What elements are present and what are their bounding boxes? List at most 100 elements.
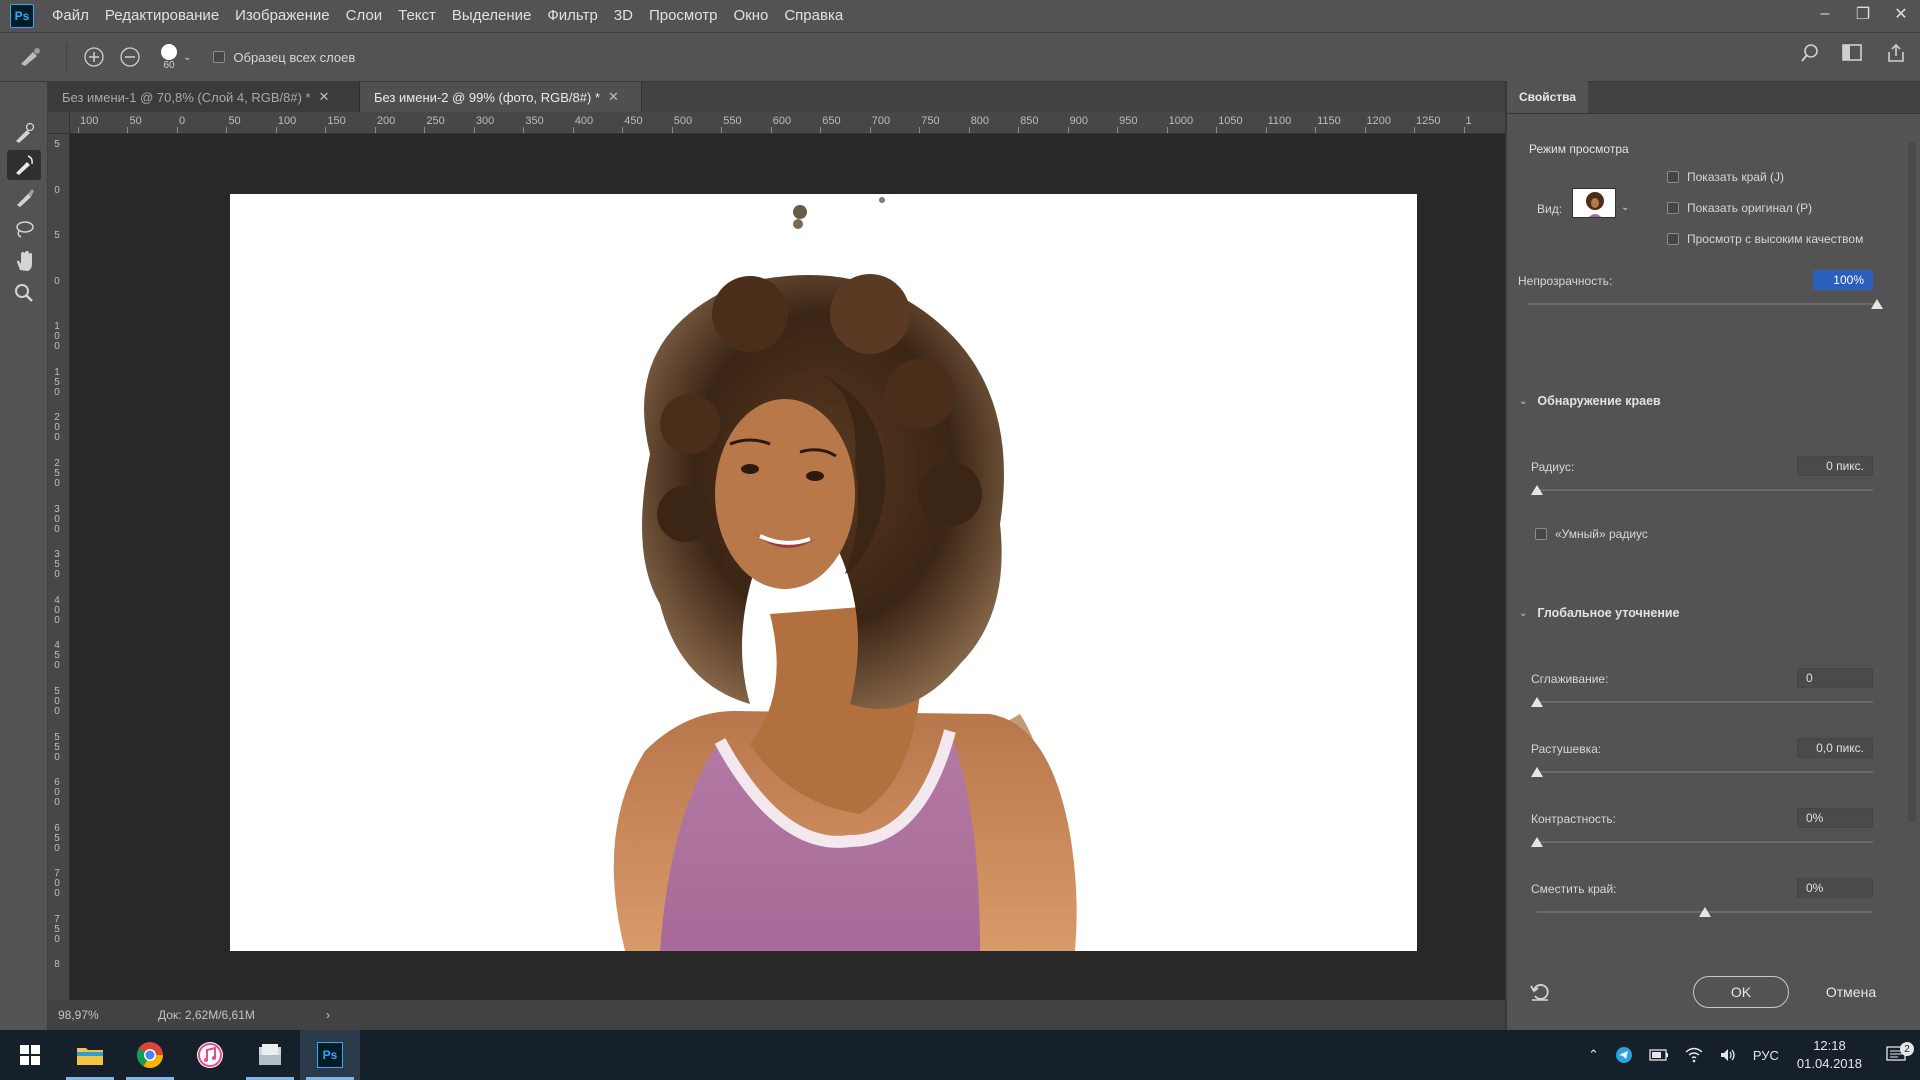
chrome-icon[interactable] (120, 1030, 180, 1080)
tool-preset-brush-icon[interactable] (6, 37, 54, 77)
windows-start-icon[interactable] (0, 1030, 60, 1080)
volume-icon[interactable] (1711, 1047, 1745, 1063)
close-icon[interactable]: ✕ (608, 89, 619, 105)
chevron-down-icon: ⌄ (1519, 395, 1528, 407)
refine-edge-brush-icon[interactable] (7, 150, 41, 180)
wifi-icon[interactable] (1677, 1047, 1711, 1063)
opacity-value-field[interactable]: 100% (1813, 270, 1873, 290)
photoshop-taskbar-icon[interactable]: Ps (300, 1030, 360, 1080)
search-icon[interactable] (1800, 43, 1820, 63)
show-original-option[interactable]: Показать оригинал (P) (1667, 201, 1812, 215)
global-refinement-header[interactable]: ⌄ Глобальное уточнение (1519, 606, 1680, 620)
menu-help[interactable]: Справка (776, 0, 851, 32)
itunes-icon[interactable] (180, 1030, 240, 1080)
clock[interactable]: 12:18 01.04.2018 (1787, 1037, 1872, 1073)
ruler-label: 200 (376, 115, 396, 127)
high-quality-preview-option[interactable]: Просмотр с высоким качеством (1667, 232, 1863, 246)
tab-document-1[interactable]: Без имени-1 @ 70,8% (Слой 4, RGB/8#) * ✕ (48, 82, 360, 112)
menu-filter[interactable]: Фильтр (539, 0, 605, 32)
language-indicator[interactable]: РУС (1745, 1048, 1787, 1063)
telegram-icon[interactable] (1607, 1046, 1641, 1064)
sample-all-layers-checkbox[interactable] (213, 51, 226, 63)
status-menu-arrow-icon[interactable]: › (326, 1008, 330, 1022)
opacity-label: Непрозрачность: (1518, 274, 1613, 288)
notifications-icon[interactable]: 2 (1872, 1042, 1920, 1064)
menu-3d[interactable]: 3D (606, 0, 641, 32)
smart-radius-option[interactable]: «Умный» радиус (1535, 527, 1648, 541)
panel-scrollbar[interactable] (1908, 142, 1916, 822)
close-button[interactable]: ✕ (1882, 0, 1920, 28)
sample-all-layers-option[interactable]: Образец всех слоев (213, 50, 355, 65)
workspace-icon[interactable] (1842, 43, 1864, 63)
smooth-slider-thumb[interactable] (1531, 697, 1543, 707)
files-icon[interactable] (240, 1030, 300, 1080)
show-original-checkbox[interactable] (1667, 202, 1679, 214)
radius-slider-thumb[interactable] (1531, 485, 1543, 495)
tab-properties[interactable]: Свойства (1507, 81, 1589, 113)
opacity-slider-thumb[interactable] (1871, 299, 1883, 309)
menu-select[interactable]: Выделение (444, 0, 539, 32)
smooth-value-field[interactable]: 0 (1797, 668, 1873, 688)
ok-button[interactable]: OK (1693, 976, 1789, 1008)
chevron-up-icon[interactable]: ⌃ (1580, 1047, 1607, 1063)
view-mode-thumbnail[interactable] (1572, 188, 1616, 218)
shift-edge-slider[interactable] (1537, 906, 1873, 918)
radius-label: Радиус: (1531, 460, 1575, 474)
menu-file[interactable]: Файл (44, 0, 97, 32)
menu-view[interactable]: Просмотр (641, 0, 726, 32)
contrast-slider-thumb[interactable] (1531, 837, 1543, 847)
contrast-slider[interactable] (1531, 836, 1873, 848)
zoom-icon[interactable] (7, 278, 41, 308)
file-explorer-icon[interactable] (60, 1030, 120, 1080)
show-original-label: Показать оригинал (P) (1687, 201, 1813, 215)
minimize-button[interactable]: – (1806, 0, 1844, 28)
brush-icon[interactable] (7, 182, 41, 212)
menu-image[interactable]: Изображение (227, 0, 338, 32)
menu-edit[interactable]: Редактирование (97, 0, 227, 32)
feather-slider[interactable] (1531, 766, 1873, 778)
show-edge-option[interactable]: Показать край (J) (1667, 170, 1784, 184)
clock-time: 12:18 (1813, 1038, 1846, 1053)
radius-slider[interactable] (1531, 484, 1873, 496)
cancel-button[interactable]: Отмена (1803, 976, 1899, 1008)
subtract-from-selection-icon[interactable] (115, 42, 145, 72)
view-mode-header[interactable]: Режим просмотра (1529, 142, 1629, 156)
feather-slider-thumb[interactable] (1531, 767, 1543, 777)
shift-edge-slider-thumb[interactable] (1699, 907, 1711, 917)
ruler-tick (1315, 127, 1317, 133)
high-quality-preview-checkbox[interactable] (1667, 233, 1679, 245)
lasso-icon[interactable] (7, 214, 41, 244)
ruler-horizontal[interactable]: 100 50 0 50 100 150 200 250 300 350 400 450 500 550 60… (70, 112, 1505, 134)
contrast-value-field[interactable]: 0% (1797, 808, 1873, 828)
menu-layers[interactable]: Слои (338, 0, 390, 32)
menu-type[interactable]: Текст (390, 0, 444, 32)
smart-radius-checkbox[interactable] (1535, 528, 1547, 540)
show-edge-checkbox[interactable] (1667, 171, 1679, 183)
image-canvas[interactable] (230, 194, 1417, 951)
chevron-down-icon[interactable]: ⌄ (183, 52, 191, 63)
close-icon[interactable]: ✕ (319, 89, 330, 105)
restore-button[interactable]: ❐ (1844, 0, 1882, 28)
edge-detection-header[interactable]: ⌄ Обнаружение краев (1519, 394, 1661, 408)
opacity-slider[interactable] (1527, 298, 1883, 310)
quick-selection-brush-icon[interactable] (7, 118, 41, 148)
hand-icon[interactable] (7, 246, 41, 276)
add-to-selection-icon[interactable] (79, 42, 109, 72)
document-size: Док: 2,62M/6,61M (158, 1008, 255, 1022)
reset-icon[interactable] (1529, 982, 1551, 1005)
battery-icon[interactable] (1641, 1049, 1677, 1061)
ruler-vertical[interactable]: 5 0 5 0 100 150 200 250 300 350 400 450 500 550 600 650… (48, 134, 70, 1000)
shift-edge-value-field[interactable]: 0% (1797, 878, 1873, 898)
ruler-label: 600 (772, 115, 792, 127)
canvas-viewport[interactable] (70, 134, 1505, 1000)
share-icon[interactable] (1886, 43, 1906, 63)
chevron-down-icon[interactable]: ⌄ (1621, 202, 1629, 213)
brush-size-picker[interactable]: 60 (161, 43, 177, 71)
radius-value-field[interactable]: 0 пикс. (1797, 456, 1873, 476)
menu-window[interactable]: Окно (725, 0, 776, 32)
ruler-tick (820, 127, 822, 133)
feather-value-field[interactable]: 0,0 пикс. (1797, 738, 1873, 758)
zoom-level[interactable]: 98,97% (48, 1008, 138, 1022)
smooth-slider[interactable] (1531, 696, 1873, 708)
tab-document-2[interactable]: Без имени-2 @ 99% (фото, RGB/8#) * ✕ (360, 82, 642, 112)
